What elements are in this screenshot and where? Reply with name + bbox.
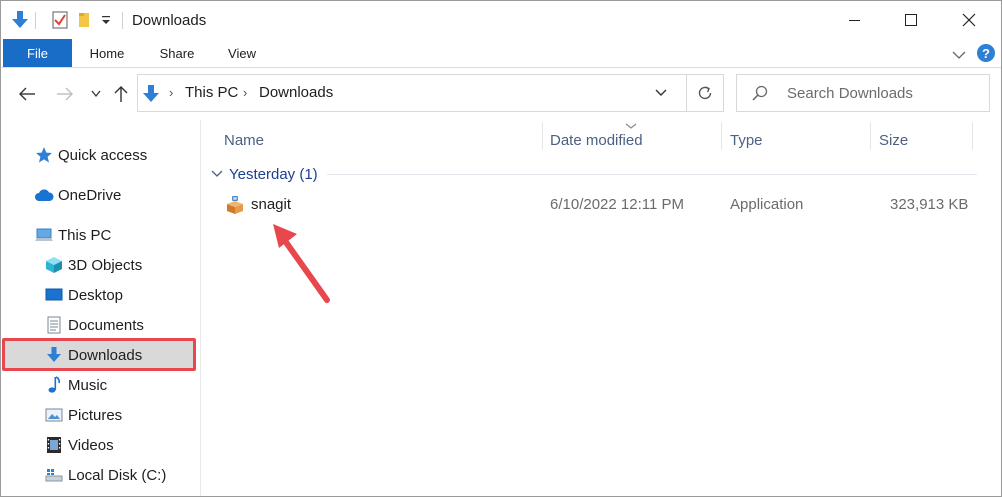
file-type: Application (730, 196, 804, 213)
file-list: Name Date modified Type Size Yesterday (… (201, 120, 1001, 496)
nav-item-videos[interactable]: Videos (44, 433, 114, 457)
nav-item-label: Local Disk (C:) (68, 466, 167, 484)
breadcrumb-separator-icon[interactable]: › (169, 85, 173, 100)
refresh-icon (698, 86, 712, 100)
search-input[interactable]: Search Downloads (787, 85, 913, 102)
drive-icon (44, 465, 64, 485)
window-title: Downloads (132, 12, 207, 29)
search-box[interactable]: Search Downloads (736, 74, 990, 112)
ribbon-tabs: File Home Share View ? (1, 39, 1001, 68)
film-icon (44, 435, 64, 455)
minimize-button[interactable] (832, 1, 878, 39)
tab-home[interactable]: Home (79, 39, 135, 67)
expand-ribbon-icon[interactable] (952, 47, 966, 65)
address-bar[interactable]: › This PC › Downloads (137, 74, 687, 112)
computer-icon (34, 225, 54, 245)
nav-item-label: Documents (68, 316, 144, 334)
column-header-date-modified[interactable]: Date modified (550, 128, 643, 152)
annotation-highlight-box (2, 338, 196, 371)
nav-item-label: OneDrive (58, 186, 122, 204)
breadcrumb-this-pc[interactable]: This PC (185, 84, 238, 101)
table-row[interactable]: snagit 6/10/2022 12:11 PM Application 32… (221, 192, 977, 218)
svg-text:?: ? (982, 46, 990, 61)
music-note-icon (44, 375, 64, 395)
nav-item-documents[interactable]: Documents (44, 313, 144, 337)
file-size: 323,913 KB (890, 196, 969, 213)
up-button[interactable] (109, 81, 133, 107)
nav-item-label: Pictures (68, 406, 123, 424)
collapse-chevron-icon (211, 170, 223, 177)
customize-toolbar-icon[interactable] (101, 13, 111, 32)
document-icon (44, 315, 64, 335)
file-explorer-window: Downloads File Home Share View ? › This … (0, 0, 1002, 497)
nav-item-quick-access[interactable]: Quick access (34, 143, 147, 167)
maximize-button[interactable] (888, 1, 934, 39)
annotation-arrow-icon (273, 224, 330, 303)
search-icon (751, 84, 769, 107)
nav-item-desktop[interactable]: Desktop (44, 283, 123, 307)
new-folder-icon[interactable] (77, 10, 93, 35)
close-button[interactable] (946, 1, 992, 39)
installer-package-icon (225, 195, 245, 220)
picture-icon (44, 405, 64, 425)
nav-item-label: 3D Objects (68, 256, 143, 274)
download-arrow-icon (142, 84, 160, 109)
nav-item-label: Desktop (68, 286, 124, 304)
title-bar: Downloads (1, 1, 1001, 39)
nav-item-label: This PC (58, 226, 112, 244)
column-header-size[interactable]: Size (879, 128, 908, 152)
tab-view[interactable]: View (216, 39, 268, 67)
breadcrumb-separator-icon[interactable]: › (243, 85, 247, 100)
column-header-type[interactable]: Type (730, 128, 763, 152)
nav-item-onedrive[interactable]: OneDrive (34, 183, 121, 207)
desktop-icon (44, 285, 64, 305)
nav-item-music[interactable]: Music (44, 373, 107, 397)
breadcrumb-downloads[interactable]: Downloads (259, 84, 333, 101)
nav-item-label: Music (68, 376, 108, 394)
properties-icon[interactable] (51, 10, 69, 35)
nav-item-label: Videos (68, 436, 114, 454)
nav-item-local-disk[interactable]: Local Disk (C:) (44, 463, 166, 487)
nav-item-pictures[interactable]: Pictures (44, 403, 122, 427)
tab-share[interactable]: Share (149, 39, 205, 67)
file-name[interactable]: snagit (251, 196, 291, 213)
file-date-modified: 6/10/2022 12:11 PM (550, 196, 684, 213)
address-dropdown-icon[interactable] (653, 84, 669, 105)
download-arrow-icon (11, 10, 29, 35)
navigation-pane: Quick access OneDrive This PC 3D Objects (1, 120, 201, 496)
cloud-icon (34, 185, 54, 205)
group-label: Yesterday (1) (229, 165, 318, 183)
back-button[interactable] (15, 81, 39, 107)
refresh-button[interactable] (687, 74, 724, 112)
cube-icon (44, 255, 64, 275)
star-icon (34, 145, 54, 165)
column-header-name[interactable]: Name (224, 128, 264, 152)
navigation-bar: › This PC › Downloads Search Downloads (1, 68, 1001, 120)
nav-item-label: Quick access (58, 146, 148, 164)
nav-item-this-pc[interactable]: This PC (34, 223, 111, 247)
forward-button[interactable] (53, 81, 77, 107)
nav-item-3d-objects[interactable]: 3D Objects (44, 253, 142, 277)
help-icon[interactable]: ? (976, 43, 996, 68)
tab-file[interactable]: File (3, 39, 72, 67)
recent-locations-button[interactable] (87, 81, 105, 107)
group-header[interactable]: Yesterday (1) (211, 163, 318, 185)
